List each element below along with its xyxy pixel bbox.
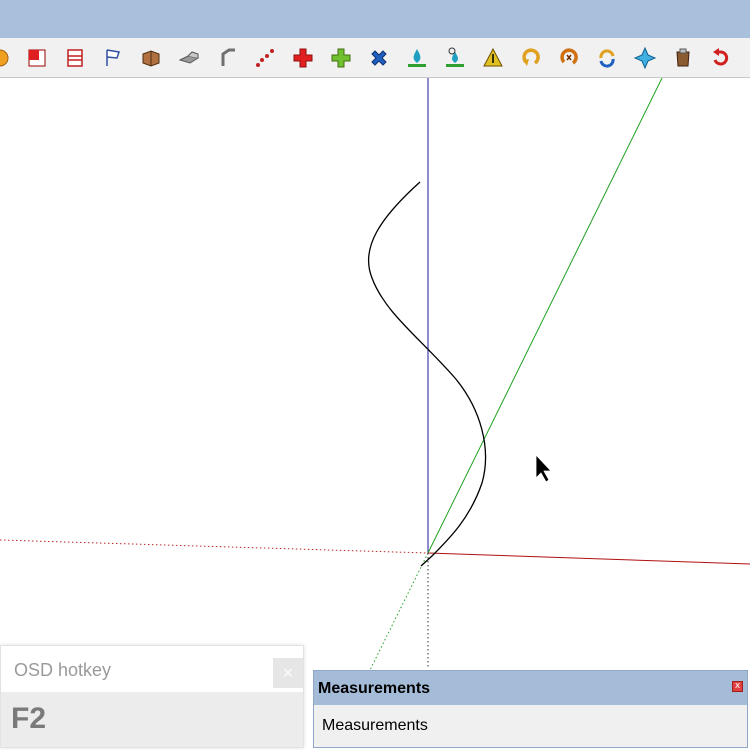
rotate-arrows-icon[interactable] bbox=[595, 46, 619, 70]
window-titlebar bbox=[0, 0, 750, 38]
undo-red-icon[interactable] bbox=[709, 46, 733, 70]
rotate-orange-icon[interactable] bbox=[557, 46, 581, 70]
measurements-close-button[interactable]: x bbox=[732, 681, 743, 692]
measurements-header: Measurements x bbox=[314, 671, 747, 705]
water-drop-icon[interactable] bbox=[405, 46, 429, 70]
blue-x-icon[interactable] bbox=[367, 46, 391, 70]
measurements-label: Measurements bbox=[322, 717, 428, 734]
extrude-icon[interactable] bbox=[177, 46, 201, 70]
green-cross-icon[interactable] bbox=[329, 46, 353, 70]
red-axis bbox=[427, 552, 750, 565]
red-cross-icon[interactable] bbox=[291, 46, 315, 70]
green-axis bbox=[427, 78, 663, 554]
flag-icon[interactable] bbox=[101, 46, 125, 70]
warning-triangle-icon[interactable] bbox=[481, 46, 505, 70]
red-square-icon[interactable] bbox=[25, 46, 49, 70]
move-star-icon[interactable] bbox=[633, 46, 657, 70]
osd-key-area: F2 bbox=[1, 692, 303, 747]
rotate-yellow-icon[interactable] bbox=[519, 46, 543, 70]
helix-curve bbox=[367, 181, 487, 567]
section-plane-icon[interactable] bbox=[63, 46, 87, 70]
box-icon[interactable] bbox=[139, 46, 163, 70]
drop-gear-icon[interactable] bbox=[443, 46, 467, 70]
orange-circle-icon[interactable] bbox=[0, 46, 12, 70]
measurements-title: Measurements bbox=[318, 680, 431, 697]
follow-me-icon[interactable] bbox=[215, 46, 239, 70]
osd-hotkey-panel: OSD hotkey × F2 bbox=[0, 645, 304, 748]
measurements-panel: Measurements x Measurements bbox=[313, 670, 748, 748]
osd-key-label: F2 bbox=[11, 702, 47, 735]
red-axis-dotted bbox=[0, 539, 429, 554]
osd-title: OSD hotkey bbox=[14, 660, 112, 680]
paste-box-icon[interactable] bbox=[671, 46, 695, 70]
dots-path-icon[interactable] bbox=[253, 46, 277, 70]
mouse-cursor-icon bbox=[535, 453, 552, 483]
toolbar bbox=[0, 38, 750, 78]
osd-close-button[interactable]: × bbox=[273, 658, 303, 688]
green-axis-dotted bbox=[369, 552, 429, 671]
